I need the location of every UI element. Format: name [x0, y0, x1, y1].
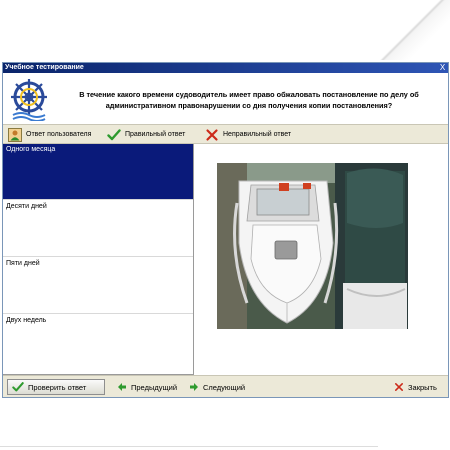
answer-option-label: Пяти дней: [6, 260, 40, 267]
window-close-button[interactable]: X: [438, 63, 447, 72]
answer-option-1[interactable]: Одного месяца: [3, 144, 193, 200]
answer-option-label: Десяти дней: [6, 203, 47, 210]
previous-label: Предыдущий: [131, 382, 178, 392]
next-button[interactable]: Следующий: [189, 379, 245, 395]
legend-wrong-answer: Неправильный ответ: [205, 127, 291, 142]
answer-option-4[interactable]: Двух недель: [3, 315, 193, 375]
user-icon: [8, 127, 22, 142]
motorboat-photo: [217, 163, 408, 329]
arrow-right-icon: [189, 382, 199, 392]
testing-window: Учебное тестирование X ? В течение каког…: [2, 62, 449, 398]
answer-option-label: Двух недель: [6, 317, 47, 324]
answer-option-2[interactable]: Десяти дней: [3, 201, 193, 257]
cross-icon: [394, 382, 404, 392]
legend-correct-answer-label: Правильный ответ: [125, 131, 186, 138]
cross-icon: [205, 128, 219, 142]
legend-correct-answer: Правильный ответ: [107, 127, 185, 142]
svg-text:?: ?: [26, 90, 32, 104]
ship-wheel-icon: ?: [9, 77, 49, 121]
close-label: Закрыть: [408, 382, 437, 392]
page-divider-line: [0, 446, 378, 447]
previous-button[interactable]: Предыдущий: [117, 379, 177, 395]
legend-wrong-answer-label: Неправильный ответ: [223, 131, 292, 138]
answer-option-3[interactable]: Пяти дней: [3, 258, 193, 314]
bottom-toolbar: Проверить ответ Предыдущий Следующий Зак…: [3, 375, 448, 397]
question-area: ? В течение какого времени судоводитель …: [3, 73, 448, 124]
legend-bar: Ответ пользователя Правильный ответ Непр…: [3, 124, 448, 144]
next-label: Следующий: [203, 382, 246, 392]
arrow-left-icon: [117, 382, 127, 392]
question-text: В течение какого времени судоводитель им…: [79, 90, 419, 110]
image-panel: [194, 144, 448, 375]
answer-option-label: Одного месяца: [6, 146, 56, 153]
legend-user-answer: Ответ пользователя: [8, 127, 91, 142]
answer-list: Одного месяца Десяти дней Пяти дней Двух…: [3, 144, 194, 375]
page-corner-decoration: [375, 0, 450, 60]
titlebar: Учебное тестирование X: [3, 63, 448, 73]
legend-user-answer-label: Ответ пользователя: [26, 131, 92, 138]
check-answer-label: Проверить ответ: [28, 382, 87, 392]
check-icon: [12, 381, 24, 393]
close-button[interactable]: Закрыть: [394, 379, 437, 395]
check-icon: [107, 128, 121, 142]
check-answer-button[interactable]: Проверить ответ: [7, 379, 105, 395]
